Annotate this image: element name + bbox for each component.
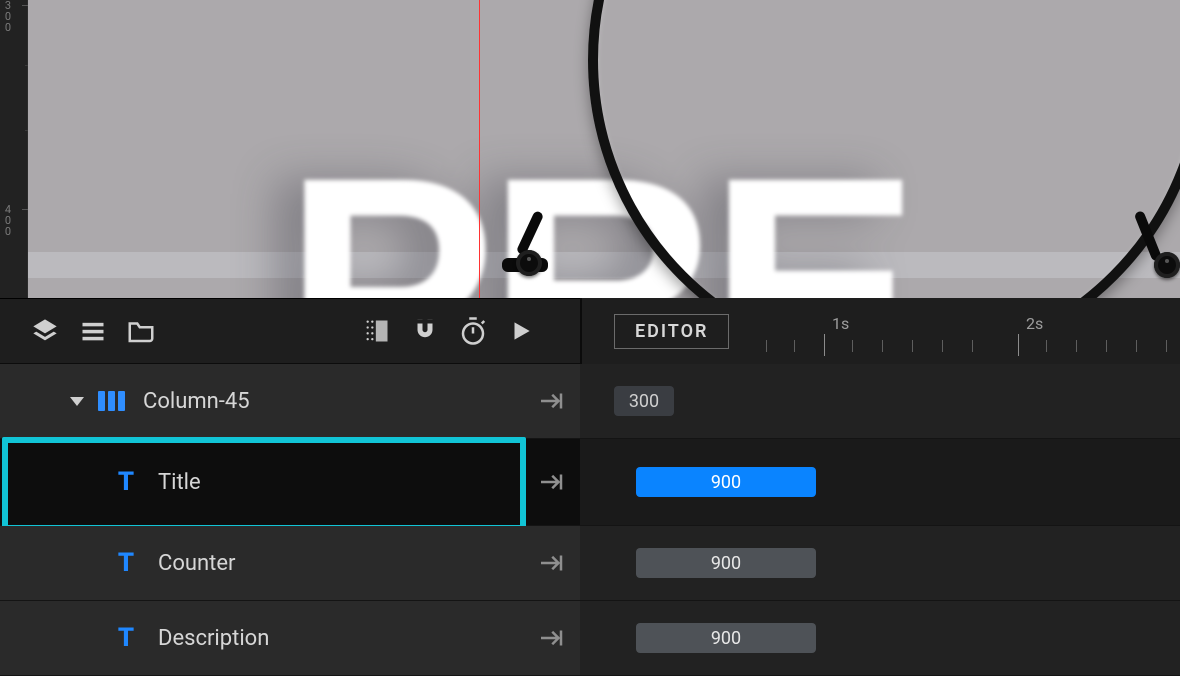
selection-grid-icon[interactable] — [362, 316, 392, 346]
magnet-icon[interactable] — [410, 316, 440, 346]
clip-bar[interactable]: 300 — [614, 386, 674, 416]
clip-value: 900 — [711, 628, 741, 649]
layer-row-description[interactable]: T Description 900 — [0, 601, 1180, 676]
preview-canvas[interactable]: PRE — [28, 0, 1180, 298]
clip-value: 900 — [711, 553, 741, 574]
go-to-end-icon[interactable] — [536, 601, 566, 675]
layers-icon[interactable] — [30, 316, 60, 346]
column-icon — [98, 391, 125, 411]
clip-bar[interactable]: 900 — [636, 548, 816, 578]
bolt-right — [1154, 252, 1180, 278]
layer-row-parent[interactable]: Column-45 300 — [0, 364, 1180, 439]
ring-prop — [588, 0, 1180, 298]
disclosure-caret-icon[interactable] — [70, 397, 84, 406]
preview-viewport[interactable]: 3 0 0 4 0 0 PRE — [0, 0, 1180, 298]
clip-bar[interactable]: 900 — [636, 623, 816, 653]
bolt-left — [516, 250, 542, 276]
clip-value: 300 — [629, 391, 659, 412]
go-to-end-icon[interactable] — [536, 439, 566, 525]
layer-label: Counter — [158, 551, 235, 576]
ruler-digit: 0 — [3, 22, 13, 33]
layer-row-counter[interactable]: T Counter 900 — [0, 526, 1180, 601]
text-layer-icon: T — [112, 548, 140, 578]
go-to-end-icon[interactable] — [536, 364, 566, 438]
stopwatch-icon[interactable] — [458, 316, 488, 346]
time-header[interactable]: EDITOR 1s 2s — [582, 298, 1180, 364]
text-layer-icon: T — [112, 623, 140, 653]
list-icon[interactable] — [78, 316, 108, 346]
timeline-rows: Column-45 300 T Title 900 — [0, 364, 1180, 669]
layer-label: Column-45 — [143, 389, 250, 414]
time-mark: 1s — [832, 314, 849, 333]
layer-row-title[interactable]: T Title 900 — [0, 439, 1180, 526]
folder-icon[interactable] — [126, 316, 156, 346]
time-mark: 2s — [1026, 314, 1043, 333]
go-to-end-icon[interactable] — [536, 526, 566, 600]
layer-label: Title — [158, 470, 201, 495]
play-icon[interactable] — [506, 316, 536, 346]
layer-label: Description — [158, 626, 269, 651]
text-layer-icon: T — [112, 467, 140, 497]
selection-highlight — [2, 437, 526, 531]
vertical-ruler: 3 0 0 4 0 0 — [0, 0, 28, 298]
playhead-line — [479, 0, 480, 298]
ruler-digit: 0 — [3, 226, 13, 237]
clip-bar[interactable]: 900 — [636, 467, 816, 497]
editor-mode-chip[interactable]: EDITOR — [614, 314, 729, 349]
clip-value: 900 — [711, 472, 741, 493]
